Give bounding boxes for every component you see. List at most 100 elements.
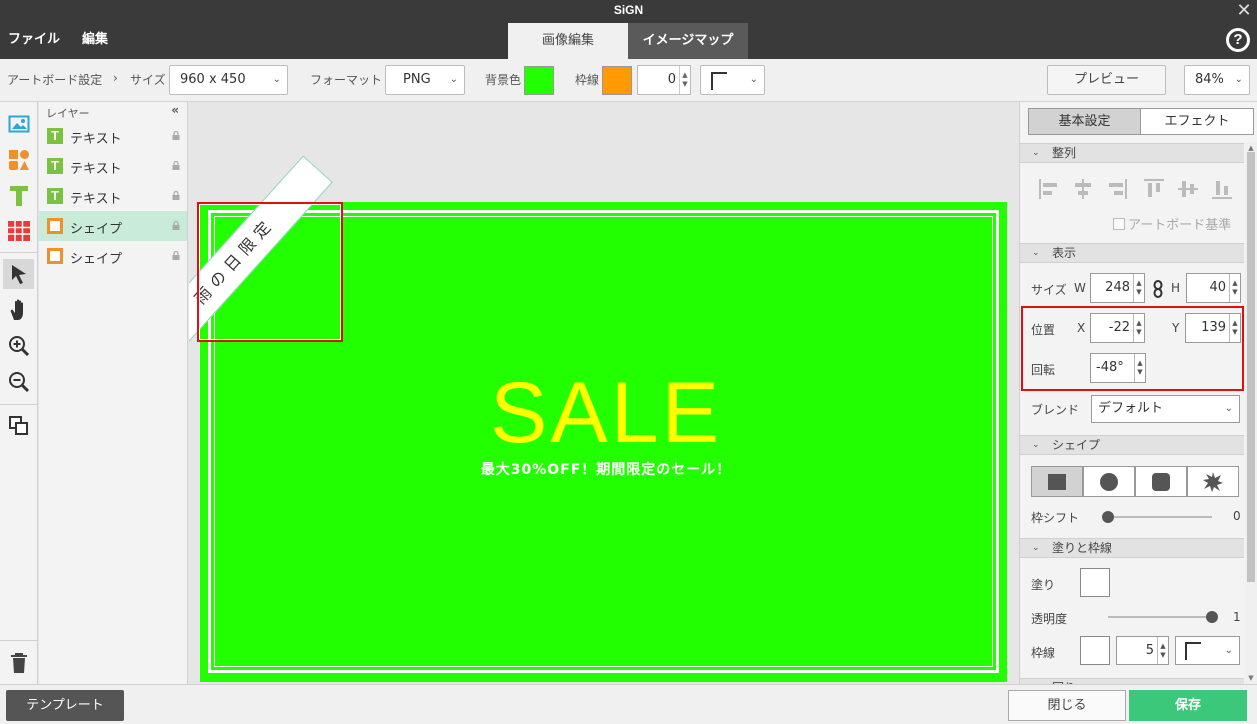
chevron-down-icon[interactable]: ▼ (680, 80, 690, 89)
shape-rectangle-button[interactable] (1031, 466, 1083, 497)
zoom-in-icon[interactable] (3, 331, 34, 361)
tab-image-edit[interactable]: 画像編集 (508, 23, 628, 59)
chevron-down-icon[interactable]: ▼ (1158, 651, 1168, 660)
align-left-icon[interactable] (1038, 178, 1060, 200)
layer-item[interactable]: T テキスト (39, 151, 187, 181)
scroll-down-icon[interactable]: ▼ (1245, 674, 1257, 682)
checkbox-box[interactable] (1113, 218, 1125, 230)
chevron-up-icon[interactable]: ▲ (1158, 642, 1168, 651)
shape-shift-track[interactable] (1107, 516, 1212, 518)
preview-button[interactable]: プレビュー (1047, 65, 1166, 95)
trash-icon[interactable] (3, 648, 34, 678)
tab-basic-settings[interactable]: 基本設定 (1028, 108, 1141, 135)
link-aspect-icon[interactable] (1153, 280, 1163, 298)
section-display-header[interactable]: ⌄ 表示 (1020, 243, 1244, 263)
chevron-down-icon[interactable]: ▼ (1134, 328, 1144, 337)
artboard[interactable]: SALE 最大30%OFF！期間限定のセール！ (200, 202, 1007, 682)
chevron-down-icon[interactable]: ▼ (1135, 368, 1145, 377)
shapes-tool-icon[interactable] (3, 145, 34, 175)
format-select[interactable]: PNG ⌄ (385, 65, 465, 95)
chevron-up-icon[interactable]: ▲ (680, 71, 690, 80)
window-close-button[interactable]: ✕ (1235, 0, 1253, 22)
stroke-width-input[interactable]: 5 ▲ ▼ (1116, 636, 1169, 665)
stepper[interactable]: ▲ ▼ (679, 66, 690, 94)
lock-icon[interactable] (172, 131, 180, 140)
shape-rounded-button[interactable] (1135, 466, 1187, 497)
chevron-up-icon[interactable]: ▲ (1135, 359, 1145, 368)
opacity-track[interactable] (1108, 616, 1212, 618)
align-center-h-icon[interactable] (1072, 178, 1094, 200)
help-circle-icon[interactable]: ? (1226, 28, 1250, 52)
table-tool-icon[interactable] (3, 216, 34, 246)
stepper[interactable]: ▲ ▼ (1134, 354, 1145, 382)
lock-icon[interactable] (172, 191, 180, 200)
chevron-up-icon[interactable]: ▲ (1134, 279, 1144, 288)
chevron-up-icon[interactable]: ▲ (1230, 279, 1240, 288)
hand-icon[interactable] (3, 295, 34, 325)
properties-scrollbar[interactable]: ▲ ▼ (1245, 142, 1257, 684)
section-shape-header[interactable]: ⌄ シェイプ (1020, 435, 1244, 455)
stepper[interactable]: ▲ ▼ (1133, 274, 1144, 302)
arrange-icon[interactable] (3, 411, 34, 441)
chevron-up-icon[interactable]: ▲ (1134, 319, 1144, 328)
artboard-basis-checkbox[interactable]: アートボード基準 (1113, 214, 1231, 233)
shape-shift-slider-handle[interactable] (1102, 511, 1114, 523)
scroll-up-icon[interactable]: ▲ (1245, 144, 1257, 152)
artboard-frame-shape[interactable]: SALE 最大30%OFF！期間限定のセール！ (208, 210, 999, 673)
border-width-input[interactable]: 0 ▲ ▼ (637, 65, 691, 95)
section-fill-stroke-header[interactable]: ⌄ 塗りと枠線 (1020, 538, 1244, 558)
width-input[interactable]: 248 ▲ ▼ (1090, 273, 1145, 303)
select-arrow-icon[interactable] (3, 259, 34, 289)
align-bottom-icon[interactable] (1211, 178, 1233, 200)
blend-mode-select[interactable]: デフォルト ⌄ (1091, 395, 1240, 423)
sale-subtitle-text[interactable]: 最大30%OFF！期間限定のセール！ (211, 459, 1001, 479)
stepper[interactable]: ▲ ▼ (1229, 314, 1240, 342)
fill-color-swatch[interactable] (1080, 568, 1110, 597)
canvas-area[interactable]: SALE 最大30%OFF！期間限定のセール！ 雨の日限定 (189, 102, 1019, 684)
lock-icon[interactable] (172, 161, 180, 170)
zoom-select[interactable]: 84% ⌄ (1184, 65, 1250, 95)
align-center-v-icon[interactable] (1177, 178, 1199, 200)
stroke-color-swatch[interactable] (1080, 636, 1110, 665)
menu-edit[interactable]: 編集 (82, 30, 108, 50)
chevron-down-icon[interactable]: ▼ (1230, 288, 1240, 297)
section-align-header[interactable]: ⌄ 整列 (1020, 143, 1244, 163)
menu-file[interactable]: ファイル (8, 30, 60, 50)
stroke-corner-select[interactable]: ⌄ (1175, 636, 1240, 665)
stepper[interactable]: ▲ ▼ (1157, 637, 1168, 664)
align-right-icon[interactable] (1106, 178, 1128, 200)
template-button[interactable]: テンプレート (6, 690, 124, 721)
layer-item[interactable]: T テキスト (39, 121, 187, 151)
scrollbar-thumb[interactable] (1247, 152, 1255, 582)
border-color-swatch[interactable] (602, 66, 632, 95)
text-tool-icon[interactable] (3, 181, 34, 211)
close-button[interactable]: 閉じる (1008, 690, 1126, 721)
lock-icon[interactable] (172, 251, 180, 260)
shape-circle-button[interactable] (1083, 466, 1135, 497)
x-position-input[interactable]: -22 ▲ ▼ (1090, 313, 1145, 343)
shape-starburst-button[interactable] (1187, 466, 1239, 497)
image-tool-icon[interactable] (3, 109, 34, 139)
opacity-slider-handle[interactable] (1206, 611, 1218, 623)
save-button[interactable]: 保存 (1129, 690, 1247, 721)
zoom-out-icon[interactable] (3, 367, 34, 397)
stepper[interactable]: ▲ ▼ (1133, 314, 1144, 342)
size-select[interactable]: 960 x 450 ⌄ (169, 65, 288, 95)
chevron-up-icon[interactable]: ▲ (1230, 319, 1240, 328)
layer-item[interactable]: T テキスト (39, 181, 187, 211)
border-style-select[interactable]: ⌄ (700, 65, 765, 95)
background-color-swatch[interactable] (524, 66, 554, 95)
chevron-down-icon[interactable]: ▼ (1230, 328, 1240, 337)
y-position-input[interactable]: 139 ▲ ▼ (1185, 313, 1241, 343)
layer-item[interactable]: シェイプ (39, 241, 187, 271)
tab-image-map[interactable]: イメージマップ (628, 23, 748, 59)
layer-item-selected[interactable]: シェイプ (39, 211, 187, 241)
collapse-panel-icon[interactable]: « (171, 103, 179, 117)
align-top-icon[interactable] (1143, 178, 1165, 200)
height-input[interactable]: 40 ▲ ▼ (1186, 273, 1241, 303)
chevron-down-icon[interactable]: ▼ (1134, 288, 1144, 297)
rotation-input[interactable]: -48° ▲ ▼ (1090, 353, 1146, 383)
stepper[interactable]: ▲ ▼ (1229, 274, 1240, 302)
tab-effects[interactable]: エフェクト (1141, 108, 1254, 135)
lock-icon[interactable] (172, 221, 180, 230)
